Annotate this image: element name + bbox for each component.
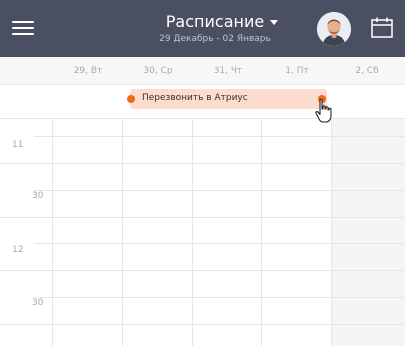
- day-header: 30, Ср: [143, 66, 173, 76]
- day-header-row: 29, Вт 30, Ср 31, Чт 1, Пт 2, Сб: [0, 57, 405, 85]
- event-item[interactable]: Перезвонить в Атриус: [127, 89, 327, 109]
- day-header: 2, Сб: [355, 66, 379, 76]
- grid-line: [331, 118, 332, 346]
- day-header: 29, Вт: [73, 66, 103, 76]
- grid-line: [34, 297, 405, 298]
- grid-line: [0, 270, 405, 271]
- grid-line: [52, 118, 53, 346]
- grid-line: [0, 217, 405, 218]
- grid-line: [122, 118, 123, 346]
- event-resize-handle-end[interactable]: [318, 95, 326, 103]
- time-label: 30: [32, 298, 44, 308]
- schedule-title-dropdown[interactable]: Расписание 29 Декабрь - 02 Январь: [130, 7, 300, 47]
- grid-line: [0, 163, 405, 164]
- day-header: 31, Чт: [213, 66, 243, 76]
- grid-line: [261, 118, 262, 346]
- grid-line: [34, 243, 405, 244]
- weekend-column: [331, 118, 405, 346]
- event-title: Перезвонить в Атриус: [142, 93, 248, 103]
- event-resize-handle-start[interactable]: [127, 95, 135, 103]
- grid-line: [192, 118, 193, 346]
- time-label: 11: [12, 140, 24, 150]
- chevron-down-icon: [270, 20, 278, 25]
- grid-line: [0, 118, 405, 119]
- date-range-subtitle: 29 Декабрь - 02 Январь: [159, 34, 271, 44]
- user-avatar[interactable]: [317, 12, 351, 46]
- time-label: 30: [32, 191, 44, 201]
- calendar-icon[interactable]: [369, 15, 395, 41]
- grid-line: [0, 324, 405, 325]
- time-label: 12: [12, 245, 24, 255]
- time-grid[interactable]: 11 30 12 30: [0, 118, 405, 346]
- app-header: Расписание 29 Декабрь - 02 Январь: [0, 0, 405, 57]
- grid-line: [34, 136, 405, 137]
- hamburger-menu-icon[interactable]: [8, 10, 42, 44]
- grid-line: [34, 190, 405, 191]
- day-header: 1, Пт: [285, 66, 309, 76]
- all-day-row: Перезвонить в Атриус: [0, 86, 405, 116]
